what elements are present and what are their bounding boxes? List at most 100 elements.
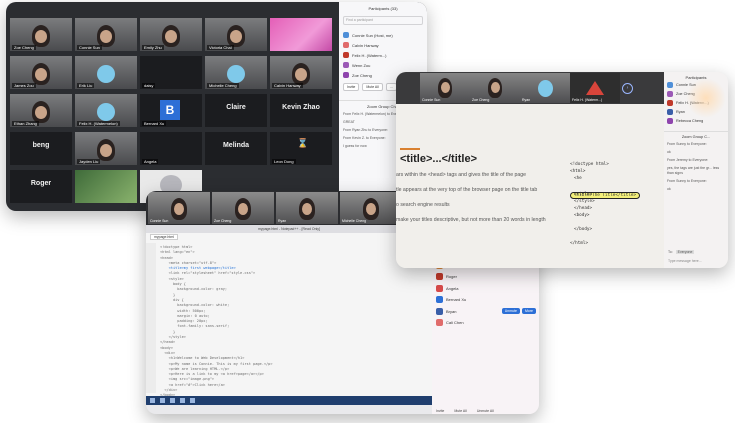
- participant-face: [491, 82, 500, 93]
- video-tile[interactable]: [270, 18, 332, 51]
- video-tile[interactable]: Connie Sun: [148, 192, 210, 224]
- slide-accent-bar: [400, 148, 420, 150]
- video-tile[interactable]: Roger: [10, 170, 72, 203]
- participant-face: [100, 144, 112, 157]
- video-tile[interactable]: Michelle Cheng: [205, 56, 267, 89]
- participant-name: Zoe Cheng: [472, 98, 490, 102]
- participant-name: Connie Sun: [77, 45, 102, 50]
- video-tile[interactable]: James Zou: [10, 56, 72, 89]
- video-tile[interactable]: Angela: [140, 132, 202, 165]
- video-tile[interactable]: Ryan: [276, 192, 338, 224]
- video-tile[interactable]: ⌛ Leon Dong: [270, 132, 332, 165]
- invite-button[interactable]: Invite: [343, 83, 360, 91]
- participant-name: Roger: [446, 274, 457, 280]
- search-icon[interactable]: [160, 398, 165, 403]
- avatar: [667, 90, 673, 97]
- light-glare: [686, 78, 726, 118]
- avatar: [667, 99, 673, 106]
- participant-name: Zoe Cheng: [214, 219, 232, 223]
- participant-face: [97, 103, 115, 121]
- participant-face: [441, 82, 450, 93]
- video-tile[interactable]: Emily Zhu: [140, 18, 202, 51]
- chat-message: From Sunny to Everyone:: [667, 179, 707, 183]
- panel-button[interactable]: Mute All: [454, 409, 466, 413]
- video-tile[interactable]: Felix H. (Watermelon): [75, 94, 137, 127]
- mute-all-button[interactable]: Mute All: [362, 83, 383, 91]
- slide-bullet: make your titles descriptive, but not mo…: [396, 217, 546, 223]
- code-editor-window: mypage.html - Notepad++ - [Read Only] my…: [146, 225, 432, 405]
- participant-name-large: Kevin Zhao: [282, 104, 320, 111]
- zoom-icon[interactable]: [190, 398, 195, 403]
- start-icon[interactable]: [150, 398, 155, 403]
- code-line: </style>: [574, 199, 595, 204]
- participant-name: James Zou: [12, 83, 36, 88]
- video-tile[interactable]: [75, 170, 137, 203]
- video-tile[interactable]: Zoe Cheng: [10, 18, 72, 51]
- panel-button[interactable]: Unmute All: [477, 409, 494, 413]
- video-tile[interactable]: Ryan: [520, 73, 570, 103]
- chat-message: ok: [667, 187, 671, 191]
- avatar: [436, 307, 443, 315]
- participant-row[interactable]: Bryan Unmute More: [432, 306, 539, 318]
- participant-name: Jayden Liu: [77, 159, 101, 164]
- participant-search-input[interactable]: Find a participant: [343, 16, 423, 25]
- next-page-icon[interactable]: ›: [622, 83, 633, 94]
- video-tile[interactable]: Melinda: [205, 132, 267, 165]
- slide-bullet: o search engine results: [396, 202, 450, 208]
- more-button[interactable]: More: [522, 308, 536, 315]
- participant-row[interactable]: Calvin Hanway: [339, 40, 427, 50]
- avatar: [436, 319, 443, 327]
- video-tile[interactable]: Connie Sun: [420, 73, 470, 103]
- participant-name: Zoe Cheng: [12, 45, 36, 50]
- participant-name: Erik Liu: [77, 83, 95, 88]
- chat-message: ok: [667, 150, 671, 154]
- recipient-select[interactable]: Everyone: [675, 250, 695, 254]
- participant-name: Victoria Chai: [207, 45, 234, 50]
- video-tile[interactable]: Calvin Hanway: [270, 56, 332, 89]
- video-tile[interactable]: Connie Sun: [75, 18, 137, 51]
- participant-row[interactable]: Roger: [432, 271, 539, 283]
- video-tile[interactable]: Ethan Zhang: [10, 94, 72, 127]
- video-tile[interactable]: beng: [10, 132, 72, 165]
- unmute-button[interactable]: Unmute: [501, 308, 521, 315]
- participant-row[interactable]: Rebecca Cheng: [664, 116, 728, 125]
- code-line: </html>: [570, 241, 589, 246]
- participant-name: Ethan Zhang: [12, 121, 39, 126]
- participant-row[interactable]: Angela: [432, 283, 539, 295]
- editor-tab[interactable]: mypage.html: [150, 234, 179, 240]
- participant-name: Connie Sun: [150, 219, 169, 223]
- folder-icon[interactable]: [170, 398, 175, 403]
- participant-row[interactable]: Felix H. (Waterm...): [339, 50, 427, 60]
- avatar: [436, 296, 443, 304]
- panel-button[interactable]: Invite: [436, 409, 444, 413]
- chat-message: From Jeremy to Everyone:: [667, 158, 709, 162]
- participant-name: Rebecca Cheng: [676, 118, 704, 123]
- code-area[interactable]: <!doctype html> <html lang="en"> <head> <m…: [160, 245, 428, 404]
- video-tile[interactable]: Victoria Chai: [205, 18, 267, 51]
- chat-input[interactable]: Type message here...: [668, 259, 702, 263]
- browser-icon[interactable]: [180, 398, 185, 403]
- video-tile[interactable]: Zoe Cheng: [212, 192, 274, 224]
- participant-face: [302, 203, 312, 215]
- video-tile[interactable]: Kevin Zhao: [270, 94, 332, 127]
- video-tile[interactable]: Zoe Cheng: [470, 73, 520, 103]
- code-line: <he: [574, 176, 582, 181]
- chat-message: yes, the tags are just the gr... less th…: [667, 166, 720, 175]
- slide-title: <title>...</title>: [400, 153, 478, 165]
- video-tile[interactable]: Claire: [205, 94, 267, 127]
- avatar: [667, 108, 673, 115]
- participant-face: [35, 106, 47, 119]
- video-tile[interactable]: Jayden Liu: [75, 132, 137, 165]
- video-tile[interactable]: daisy: [140, 56, 202, 89]
- video-tile[interactable]: Michelle Cheng: [340, 192, 402, 224]
- participant-row[interactable]: Cali Chen: [432, 317, 539, 329]
- video-tile[interactable]: Erik Liu: [75, 56, 137, 89]
- participant-face: [238, 203, 248, 215]
- video-tile[interactable]: B Bernard Xu: [140, 94, 202, 127]
- participant-row[interactable]: Wenn Zou: [339, 60, 427, 70]
- participant-row[interactable]: Connie Sun (Host, me): [339, 30, 427, 40]
- video-tile[interactable]: Felix H. (Waterm...): [570, 73, 620, 103]
- participant-row[interactable]: Bernard Xu: [432, 294, 539, 306]
- participant-name-large: Claire: [226, 104, 246, 111]
- participant-name: Angela: [446, 285, 459, 291]
